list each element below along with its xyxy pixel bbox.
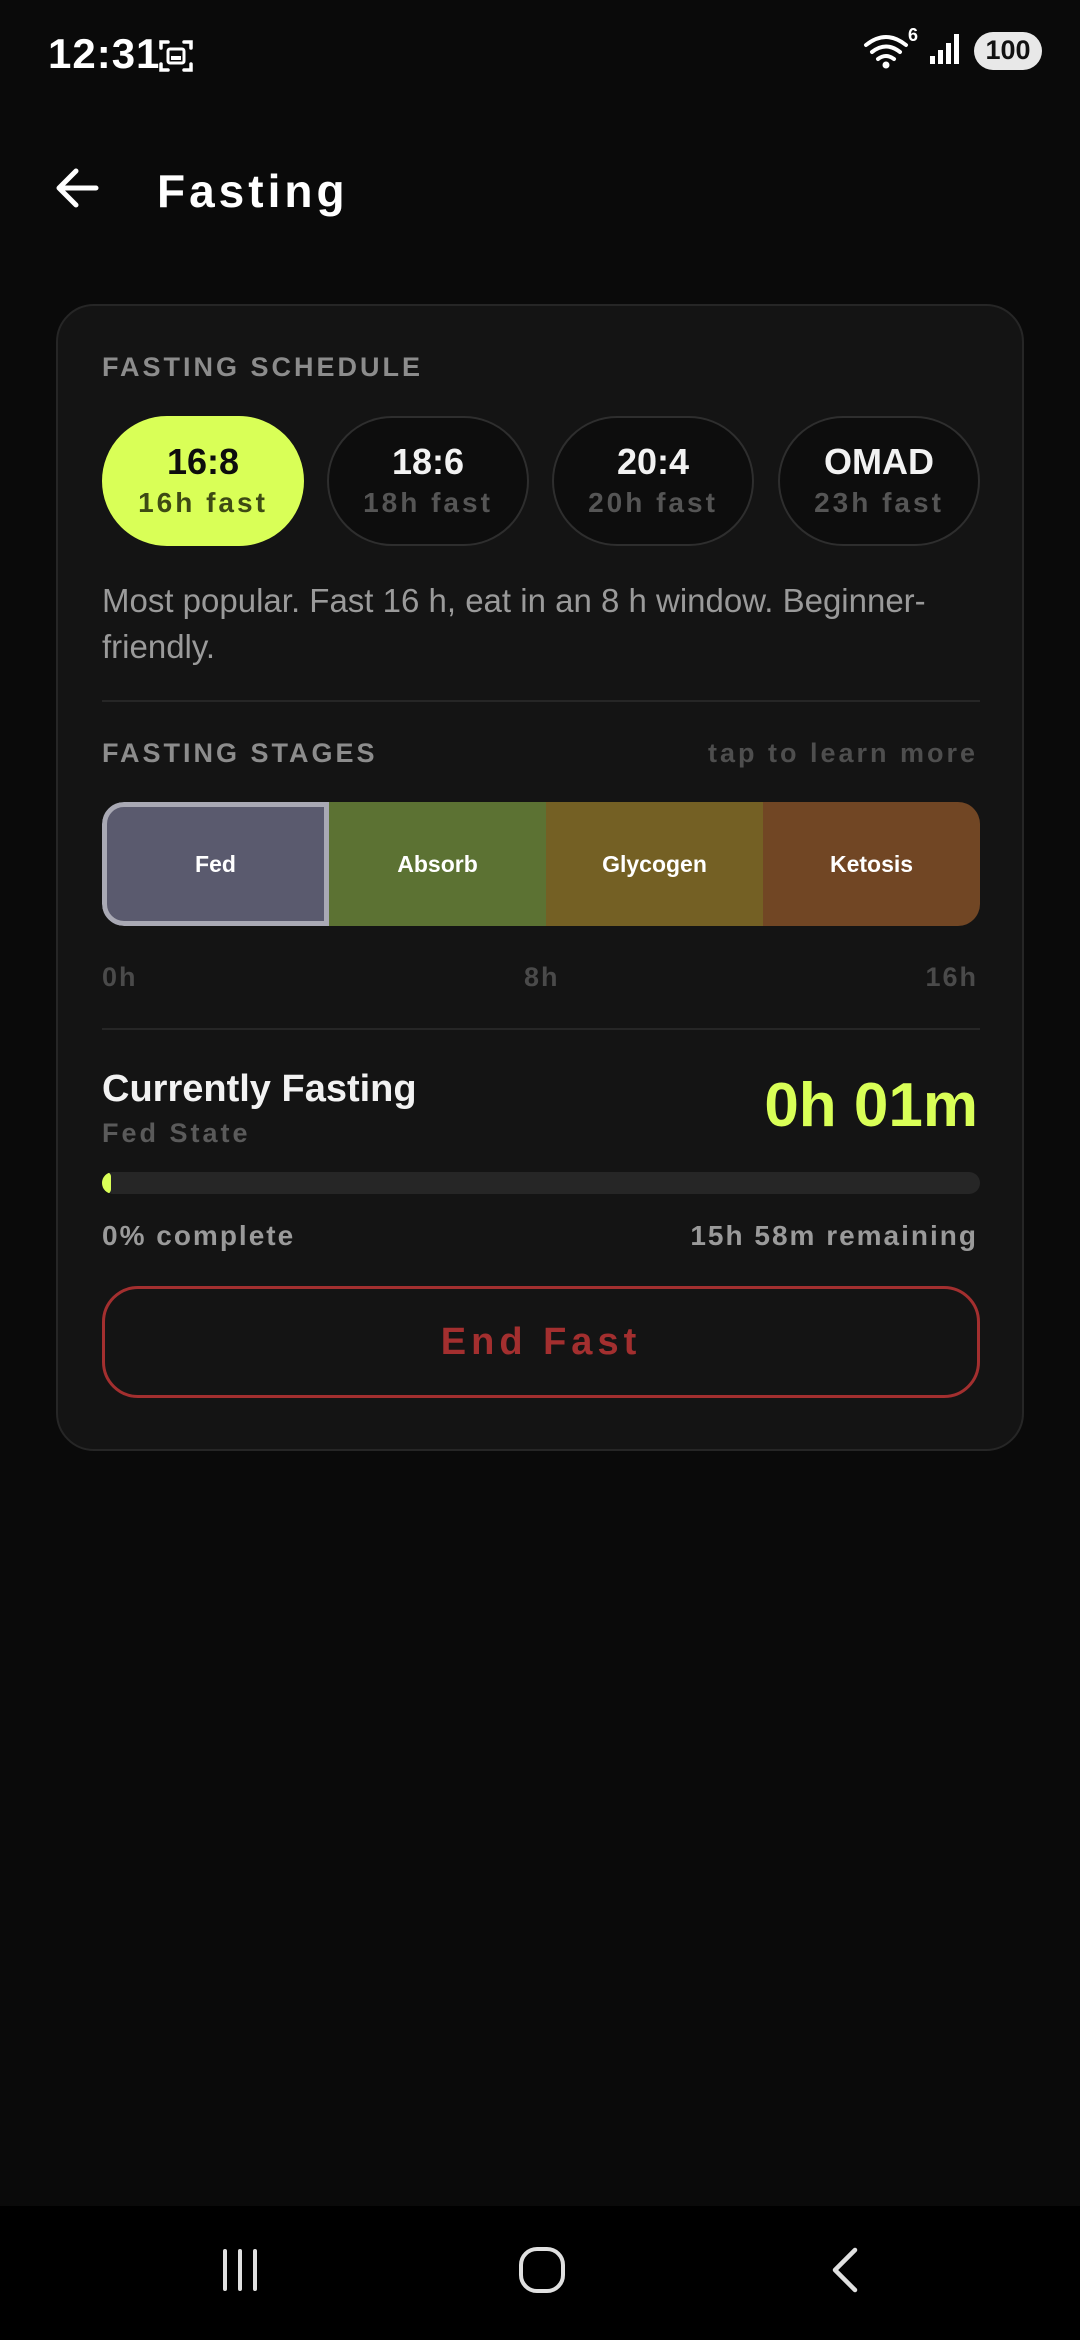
schedule-hours: 16h fast (138, 487, 268, 518)
battery-icon: 100 (974, 31, 1042, 70)
percent-complete: 0% complete (102, 1220, 296, 1251)
elapsed-time: 0h 01m (764, 1071, 978, 1140)
end-fast-button[interactable]: End Fast (102, 1286, 980, 1398)
schedule-ratio: OMAD (824, 441, 934, 482)
stage-fed[interactable]: Fed (102, 802, 329, 926)
back-button[interactable] (52, 160, 112, 220)
screen: 12:31 6 100 Fasting FASTING SCHEDULE 16:… (0, 0, 1080, 2340)
timeline-tick-end: 16h (925, 962, 978, 992)
wifi-badge: 6 (907, 24, 918, 45)
signal-icon (928, 30, 964, 71)
status-bar: 12:31 6 100 (0, 0, 1080, 116)
stage-bar: Fed Absorb Glycogen Ketosis (102, 802, 980, 926)
status-time: 12:31 (48, 30, 161, 77)
stage-ketosis[interactable]: Ketosis (763, 802, 980, 926)
recents-icon (215, 2245, 265, 2300)
current-status-title: Currently Fasting (102, 1068, 417, 1110)
timeline-tick-mid: 8h (524, 962, 560, 992)
page-title: Fasting (157, 165, 349, 217)
schedule-option-omad[interactable]: OMAD 23h fast (778, 416, 980, 546)
divider (102, 1028, 980, 1030)
schedule-options: 16:8 16h fast 18:6 18h fast 20:4 20h fas… (102, 416, 980, 546)
schedule-ratio: 16:8 (166, 441, 240, 482)
recents-button[interactable] (200, 2242, 280, 2302)
fasting-card: FASTING SCHEDULE 16:8 16h fast 18:6 18h … (56, 304, 1024, 1451)
app-header: Fasting (0, 150, 1080, 230)
stage-absorb[interactable]: Absorb (329, 802, 546, 926)
schedule-hours: 20h fast (588, 487, 718, 518)
wifi-icon: 6 (862, 25, 918, 71)
progress-bar (102, 1172, 980, 1194)
stage-glycogen[interactable]: Glycogen (546, 802, 763, 926)
back-icon (821, 2245, 871, 2300)
system-nav-bar (0, 2206, 1080, 2340)
arrow-left-icon (52, 163, 102, 218)
schedule-option-16-8[interactable]: 16:8 16h fast (102, 416, 304, 546)
schedule-hours: 18h fast (363, 487, 493, 518)
schedule-option-20-4[interactable]: 20:4 20h fast (552, 416, 754, 546)
schedule-ratio: 18:6 (391, 441, 465, 482)
divider (102, 700, 980, 702)
screenshot-icon (158, 38, 194, 79)
schedule-option-18-6[interactable]: 18:6 18h fast (327, 416, 529, 546)
stages-hint[interactable]: tap to learn more (708, 738, 978, 769)
status-icons: 6 100 (862, 25, 1042, 71)
schedule-description: Most popular. Fast 16 h, eat in an 8 h w… (102, 582, 926, 665)
stages-label: FASTING STAGES (102, 738, 378, 768)
home-icon (517, 2245, 567, 2300)
time-remaining: 15h 58m remaining (690, 1220, 978, 1251)
timeline-tick-start: 0h (102, 962, 138, 992)
current-stage: Fed State (102, 1118, 251, 1148)
nav-back-button[interactable] (806, 2242, 886, 2302)
schedule-hours: 23h fast (814, 487, 944, 518)
schedule-label: FASTING SCHEDULE (102, 352, 424, 382)
home-button[interactable] (502, 2242, 582, 2302)
schedule-ratio: 20:4 (616, 441, 690, 482)
progress-fill (102, 1172, 111, 1194)
